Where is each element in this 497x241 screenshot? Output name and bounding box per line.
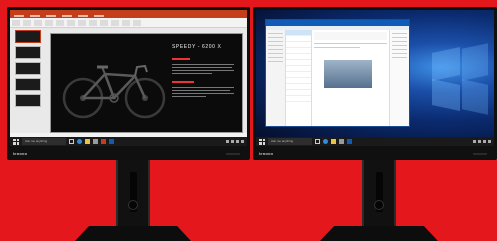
ribbon-tab[interactable] — [62, 15, 72, 17]
slide-text-line — [172, 70, 234, 71]
bicycle-image — [62, 64, 166, 119]
ribbon-button[interactable] — [100, 20, 108, 26]
ribbon-tab[interactable] — [94, 15, 104, 17]
ribbon-tab[interactable] — [30, 15, 40, 17]
right-stand-neck — [362, 158, 396, 228]
system-tray[interactable] — [226, 140, 244, 143]
task-view-icon[interactable] — [315, 139, 320, 144]
outlook-window[interactable] — [265, 19, 410, 127]
slide-thumbnail[interactable] — [15, 62, 41, 75]
taskbar-search-box[interactable]: Ask me anything — [22, 138, 66, 145]
store-icon[interactable] — [93, 139, 98, 144]
ribbon-button[interactable] — [89, 20, 97, 26]
ribbon-tab[interactable] — [78, 15, 88, 17]
powerpoint-workspace: SPEEDY - 6200 X — [10, 28, 247, 133]
slide-text-line — [172, 67, 232, 68]
left-screen: SPEEDY - 6200 X Ask me anything — [10, 10, 247, 146]
cable-management-hole — [374, 200, 384, 210]
message-list — [286, 30, 312, 126]
monitor-control-buttons[interactable] — [473, 153, 487, 155]
ribbon-button[interactable] — [34, 20, 42, 26]
slide-text-line — [172, 93, 234, 94]
slide-thumbnail[interactable] — [15, 94, 41, 107]
ribbon-button[interactable] — [133, 20, 141, 26]
list-item[interactable] — [286, 96, 311, 102]
ribbon-button[interactable] — [111, 20, 119, 26]
system-tray[interactable] — [473, 140, 491, 143]
store-icon[interactable] — [339, 139, 344, 144]
brand-logo: lenovo — [13, 151, 28, 156]
ribbon-tab[interactable] — [46, 15, 56, 17]
windows-start-icon[interactable] — [259, 138, 265, 145]
ribbon-button[interactable] — [67, 20, 75, 26]
ribbon-button[interactable] — [12, 20, 20, 26]
monitor-bezel-bottom: lenovo — [7, 146, 250, 160]
slide-title: SPEEDY - 6200 X — [172, 44, 222, 50]
windows-start-icon[interactable] — [13, 138, 19, 145]
left-monitor: SPEEDY - 6200 X Ask me anything lenovo — [7, 7, 250, 160]
slide-heading-bar — [172, 81, 194, 83]
right-stand-base — [320, 226, 438, 241]
task-view-icon[interactable] — [69, 139, 74, 144]
slide-canvas[interactable]: SPEEDY - 6200 X — [50, 33, 243, 133]
wallpaper-light-pane — [462, 43, 488, 81]
powerpoint-title-bar — [10, 10, 247, 14]
ribbon-tab[interactable] — [14, 15, 24, 17]
slide-text-line — [172, 73, 212, 74]
people-pane — [389, 30, 409, 126]
monitor-control-buttons[interactable] — [226, 153, 240, 155]
windows-desktop-wallpaper — [256, 10, 494, 137]
slide-thumbnails — [12, 30, 42, 131]
slide-text-line — [172, 87, 234, 88]
right-screen: Ask me anything — [256, 10, 494, 146]
file-explorer-icon[interactable] — [331, 139, 336, 144]
right-monitor: Ask me anything lenovo — [253, 7, 497, 160]
folder-pane — [266, 30, 286, 126]
message-image — [324, 60, 372, 88]
slide-text-line — [172, 90, 230, 91]
slide-heading-bar — [172, 58, 190, 60]
file-explorer-icon[interactable] — [85, 139, 90, 144]
ribbon-button[interactable] — [78, 20, 86, 26]
monitor-bezel-bottom: lenovo — [253, 146, 497, 160]
wallpaper-light-pane — [432, 79, 460, 111]
ribbon-button[interactable] — [122, 20, 130, 26]
edge-icon[interactable] — [323, 139, 328, 144]
slide-text-line — [172, 64, 234, 65]
outlook-icon[interactable] — [347, 139, 352, 144]
powerpoint-icon[interactable] — [101, 139, 106, 144]
wallpaper-light-pane — [462, 79, 488, 115]
slide-thumbnail[interactable] — [15, 78, 41, 91]
ribbon-button[interactable] — [45, 20, 53, 26]
ribbon-toolbar — [10, 18, 247, 28]
cable-management-hole — [128, 200, 138, 210]
slide-text-line — [172, 96, 206, 97]
message-header — [314, 32, 387, 40]
reading-pane — [312, 30, 389, 126]
brand-logo: lenovo — [259, 151, 274, 156]
ribbon-button[interactable] — [56, 20, 64, 26]
taskbar: Ask me anything — [256, 137, 494, 146]
left-stand-base — [75, 226, 191, 241]
slide-thumbnail[interactable] — [15, 30, 41, 43]
wallpaper-light-pane — [432, 47, 460, 81]
ribbon-button[interactable] — [23, 20, 31, 26]
slide-thumbnail[interactable] — [15, 46, 41, 59]
taskbar: Ask me anything — [10, 137, 247, 146]
edge-icon[interactable] — [77, 139, 82, 144]
left-stand-neck — [116, 158, 150, 228]
taskbar-search-box[interactable]: Ask me anything — [268, 138, 312, 145]
outlook-icon[interactable] — [109, 139, 114, 144]
